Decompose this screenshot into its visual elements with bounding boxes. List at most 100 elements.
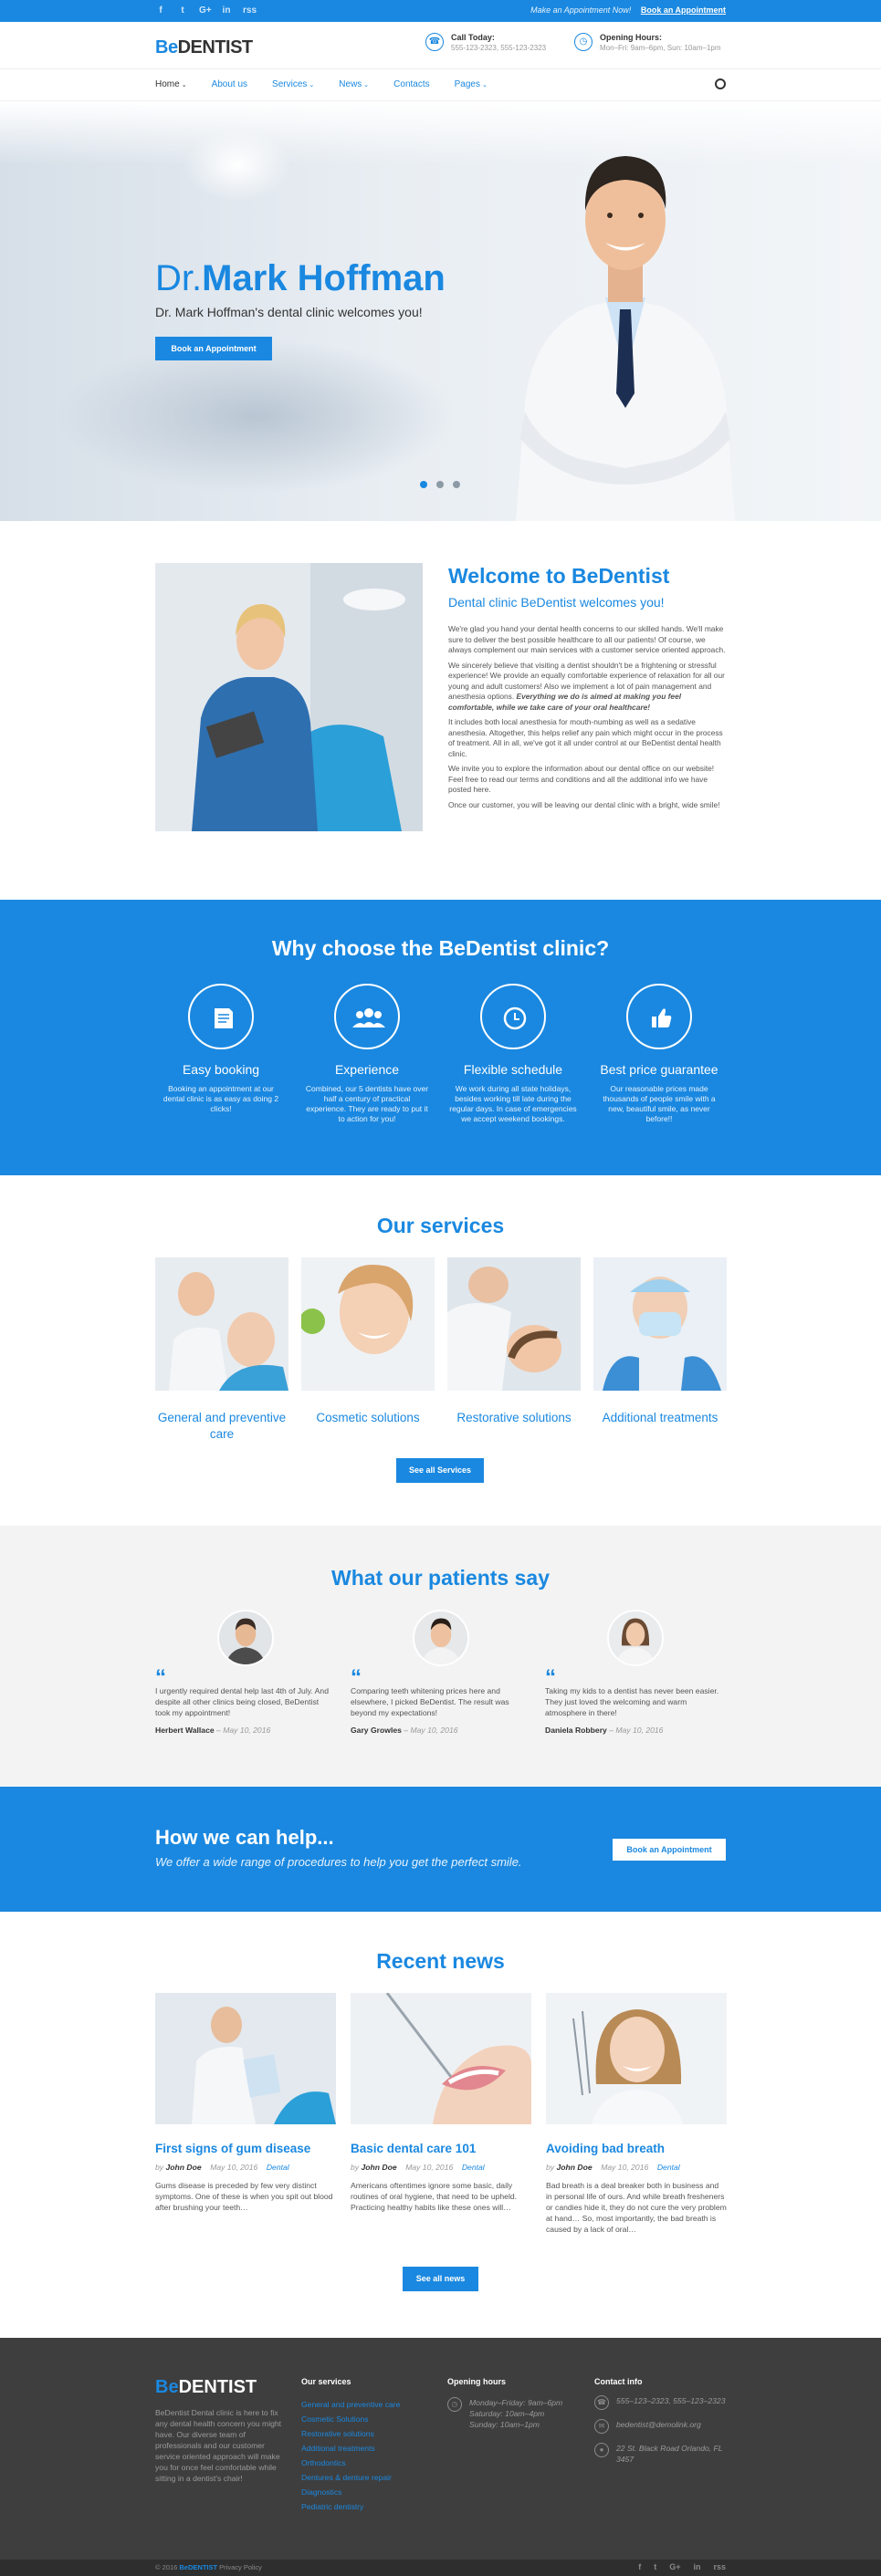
news-category[interactable]: Dental <box>462 2163 485 2172</box>
feature-title: Flexible schedule <box>463 1062 563 1077</box>
news-category[interactable]: Dental <box>657 2163 680 2172</box>
footer-phone: ☎ 555–123–2323, 555–123–2323 <box>594 2395 731 2410</box>
nav-news[interactable]: News ⌄ <box>339 79 369 89</box>
welcome-paragraph: Once our customer, you will be leaving o… <box>448 799 720 809</box>
footer-logo[interactable]: BeDENTIST <box>155 2377 283 2398</box>
footer-service-link[interactable]: Cosmetic Solutions <box>301 2412 400 2426</box>
rss-icon[interactable]: rss <box>243 5 257 16</box>
see-all-news-button[interactable]: See all news <box>403 2267 478 2291</box>
footer-service-link[interactable]: Pediatric dentistry <box>301 2499 400 2514</box>
hours-value: Mon–Fri: 9am–6pm, Sun: 10am–1pm <box>600 44 721 52</box>
testimonial-card: “ Taking my kids to a dentist has never … <box>545 1610 720 1735</box>
footer-service-link[interactable]: Orthodontics <box>301 2456 400 2470</box>
facebook-icon[interactable]: f <box>155 5 166 16</box>
top-bar: f t G+ in rss Make an Appointment Now! B… <box>0 0 881 22</box>
service-label: Additional treatments <box>602 1411 718 1424</box>
service-card[interactable]: Cosmetic solutions <box>299 1257 435 1426</box>
footer-email-text[interactable]: bedentist@demolink.org <box>616 2419 701 2430</box>
privacy-policy-link[interactable]: Privacy Policy <box>219 2563 262 2571</box>
phone-icon: ☎ <box>425 33 444 51</box>
hours-title: Opening Hours: <box>600 33 662 42</box>
service-card[interactable]: Restorative solutions <box>447 1257 581 1426</box>
news-headline[interactable]: Basic dental care 101 <box>351 2142 531 2155</box>
footer-phone-text[interactable]: 555–123–2323, 555–123–2323 <box>616 2395 725 2406</box>
news-by: by <box>546 2163 555 2172</box>
linkedin-icon[interactable]: in <box>221 5 232 16</box>
testimonial-text: I urgently required dental help last 4th… <box>155 1686 329 1717</box>
bottom-bar: © 2016 BeDENTIST Privacy Policy f t G+ i… <box>0 2560 881 2576</box>
testimonial-date: – May 10, 2016 <box>404 1726 458 1735</box>
footer-service-link[interactable]: Dentures & denture repair <box>301 2470 400 2485</box>
footer-address: ● 22 St. Black Road Orlando, FL 3457 <box>594 2443 731 2465</box>
testimonial-author: Gary Growles – May 10, 2016 <box>351 1726 526 1735</box>
chevron-down-icon: ⌄ <box>309 82 315 89</box>
news-image[interactable] <box>351 1992 531 2124</box>
why-choose-section: Why choose the BeDentist clinic? Easy bo… <box>0 900 881 1175</box>
feature-experience: Experience Combined, our 5 dentists have… <box>303 984 431 1124</box>
footer-about-text: BeDentist Dental clinic is here to fix a… <box>155 2408 282 2483</box>
footer-service-link[interactable]: Additional treatments <box>301 2441 400 2456</box>
service-label: General and preventive care <box>157 1411 287 1441</box>
see-all-services-button[interactable]: See all Services <box>396 1458 484 1483</box>
twitter-icon[interactable]: t <box>654 2562 656 2571</box>
hero-background-light <box>0 101 881 165</box>
hero-background-blur <box>55 339 456 494</box>
feature-title: Best price guarantee <box>600 1062 718 1077</box>
news-author[interactable]: John Doe <box>556 2163 592 2172</box>
help-book-button[interactable]: Book an Appointment <box>613 1839 726 1861</box>
service-card[interactable]: Additional treatments <box>593 1257 727 1426</box>
testimonial-card: “ I urgently required dental help last 4… <box>155 1610 330 1735</box>
welcome-paragraph: We're glad you hand your dental health c… <box>448 624 726 654</box>
chevron-down-icon: ⌄ <box>482 82 488 89</box>
nav-contacts[interactable]: Contacts <box>393 79 429 89</box>
twitter-icon[interactable]: t <box>177 5 188 16</box>
bottom-social-links: f t G+ in rss <box>638 2562 726 2571</box>
news-headline[interactable]: Avoiding bad breath <box>546 2142 727 2155</box>
hero-book-button[interactable]: Book an Appointment <box>155 337 272 360</box>
nav-services[interactable]: Services ⌄ <box>272 79 314 89</box>
welcome-paragraph: We invite you to explore the information… <box>448 764 715 794</box>
news-headline[interactable]: First signs of gum disease <box>155 2142 336 2155</box>
nav-pages[interactable]: Pages ⌄ <box>455 79 488 89</box>
rss-icon[interactable]: rss <box>713 2562 726 2571</box>
google-plus-icon[interactable]: G+ <box>199 5 212 16</box>
footer-logo-be: Be <box>155 2377 179 2397</box>
logo[interactable]: BeDENTIST <box>155 37 253 58</box>
slider-dot[interactable] <box>420 481 427 488</box>
google-plus-icon[interactable]: G+ <box>669 2562 680 2571</box>
service-label: Restorative solutions <box>456 1411 572 1424</box>
news-author[interactable]: John Doe <box>361 2163 396 2172</box>
testimonial-date: – May 10, 2016 <box>609 1726 664 1735</box>
news-category[interactable]: Dental <box>267 2163 289 2172</box>
top-book-appointment-link[interactable]: Book an Appointment <box>641 5 726 15</box>
testimonial-author: Herbert Wallace – May 10, 2016 <box>155 1726 330 1735</box>
footer-service-link[interactable]: General and preventive care <box>301 2397 400 2412</box>
news-excerpt: Americans oftentimes ignore some basic, … <box>351 2181 518 2212</box>
linkedin-icon[interactable]: in <box>693 2562 700 2571</box>
service-card[interactable]: General and preventive care <box>155 1257 288 1443</box>
facebook-icon[interactable]: f <box>638 2562 641 2571</box>
nav-about[interactable]: About us <box>212 79 247 89</box>
footer-service-link[interactable]: Restorative solutions <box>301 2426 400 2441</box>
news-image[interactable] <box>546 1993 727 2124</box>
search-icon[interactable] <box>715 78 726 89</box>
welcome-paragraph: We sincerely believe that visiting a den… <box>448 661 727 714</box>
slider-dot[interactable] <box>436 481 444 488</box>
footer-hours-line: Sunday: 10am–1pm <box>469 2420 540 2429</box>
nav-home[interactable]: Home ⌄ <box>155 79 187 89</box>
nav-label: About us <box>211 79 248 89</box>
news-author[interactable]: John Doe <box>165 2163 201 2172</box>
testimonial-date: – May 10, 2016 <box>216 1726 271 1735</box>
help-banner: How we can help... We offer a wide range… <box>0 1787 881 1912</box>
feature-text: Booking an appointment at our dental cli… <box>163 1084 279 1113</box>
hero-background-lamp <box>183 129 292 202</box>
header: BeDENTIST ☎ Call Today: 555-123-2323, 55… <box>0 22 881 69</box>
welcome-paragraph: It includes both local anesthesia for mo… <box>448 717 723 758</box>
call-title: Call Today: <box>451 33 495 42</box>
slider-dot[interactable] <box>453 481 460 488</box>
news-by: by <box>155 2163 164 2172</box>
nav-label: News <box>339 79 362 89</box>
news-image[interactable] <box>155 1993 336 2124</box>
footer-service-link[interactable]: Diagnostics <box>301 2485 400 2499</box>
welcome-title: Welcome to BeDentist <box>448 564 670 588</box>
